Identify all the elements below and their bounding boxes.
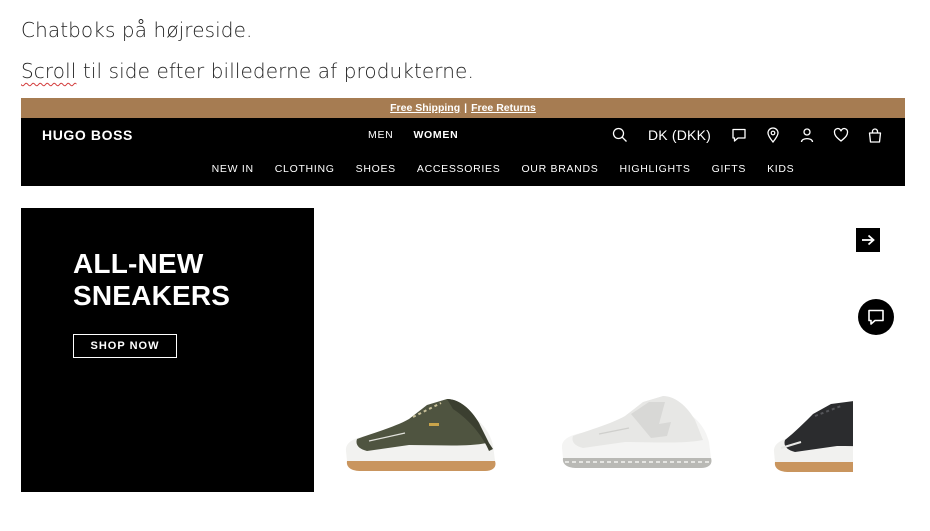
nav-highlights[interactable]: HIGHLIGHTS bbox=[619, 163, 690, 175]
site-header: HUGO BOSS MEN WOMEN DK (DKK) NEW IN CLOT… bbox=[21, 118, 905, 186]
chat-bubble-icon bbox=[868, 309, 884, 325]
nav-accessories[interactable]: ACCESSORIES bbox=[417, 163, 501, 175]
spellcheck-word: Scroll bbox=[21, 59, 77, 83]
promo-bar: Free Shipping | Free Returns bbox=[21, 98, 905, 118]
chat-icon[interactable] bbox=[729, 125, 749, 145]
search-icon[interactable] bbox=[610, 125, 630, 145]
shop-now-button[interactable]: SHOP NOW bbox=[73, 334, 177, 358]
product-image-black-sneaker[interactable] bbox=[771, 396, 853, 478]
nav-clothing[interactable]: CLOTHING bbox=[275, 163, 335, 175]
hero-title-line-2: SNEAKERS bbox=[73, 280, 231, 311]
nav-women[interactable]: WOMEN bbox=[413, 129, 458, 141]
instruction-note-scroll-rest: til side efter billederne af produkterne… bbox=[76, 59, 474, 83]
instruction-note-chat: Chatboks på højreside. bbox=[21, 18, 253, 42]
free-returns-link[interactable]: Free Returns bbox=[471, 102, 536, 114]
account-icon[interactable] bbox=[797, 125, 817, 145]
website-screenshot: Free Shipping | Free Returns HUGO BOSS MEN… bbox=[21, 98, 905, 498]
hero-title: ALL-NEW SNEAKERS bbox=[73, 248, 293, 312]
brand-logo[interactable]: HUGO BOSS bbox=[42, 127, 133, 143]
shopping-bag-icon[interactable] bbox=[865, 125, 885, 145]
arrow-right-icon bbox=[862, 234, 875, 246]
nav-shoes[interactable]: SHOES bbox=[356, 163, 396, 175]
nav-new-in[interactable]: NEW IN bbox=[212, 163, 254, 175]
location-pin-icon[interactable] bbox=[763, 125, 783, 145]
gender-switch: MEN WOMEN bbox=[368, 129, 478, 141]
nav-our-brands[interactable]: OUR BRANDS bbox=[521, 163, 598, 175]
hero-title-line-1: ALL-NEW bbox=[73, 248, 204, 279]
free-shipping-link[interactable]: Free Shipping bbox=[390, 102, 460, 114]
currency-selector[interactable]: DK (DKK) bbox=[648, 127, 711, 143]
product-image-green-sneaker[interactable] bbox=[343, 393, 503, 477]
wishlist-heart-icon[interactable] bbox=[831, 125, 851, 145]
product-carousel bbox=[314, 208, 905, 498]
product-image-white-sneaker[interactable] bbox=[559, 392, 719, 476]
carousel-next-button[interactable] bbox=[856, 228, 880, 252]
chat-widget-button[interactable] bbox=[858, 299, 894, 335]
instruction-note-scroll: Scroll til side efter billederne af prod… bbox=[21, 59, 474, 83]
category-nav: NEW IN CLOTHING SHOES ACCESSORIES OUR BR… bbox=[21, 163, 905, 175]
nav-kids[interactable]: KIDS bbox=[767, 163, 794, 175]
nav-gifts[interactable]: GIFTS bbox=[712, 163, 746, 175]
hero-banner[interactable]: ALL-NEW SNEAKERS SHOP NOW bbox=[21, 208, 314, 492]
promo-separator: | bbox=[464, 102, 468, 114]
nav-men[interactable]: MEN bbox=[368, 129, 393, 141]
header-utilities: DK (DKK) bbox=[610, 125, 885, 145]
